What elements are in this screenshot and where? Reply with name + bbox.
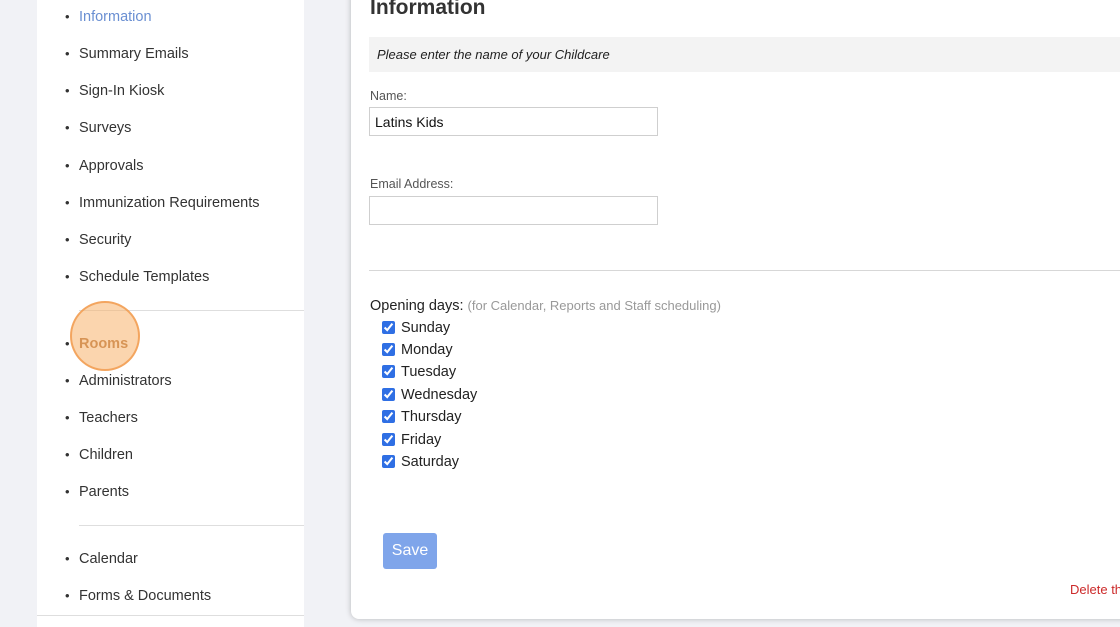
day-label[interactable]: Sunday [401, 320, 450, 336]
name-label: Name: [370, 89, 407, 103]
sidebar-item-label: Parents [79, 484, 129, 500]
day-label[interactable]: Tuesday [401, 364, 456, 380]
bullet-icon: • [65, 551, 70, 566]
sidebar-item-label: Information [79, 9, 152, 25]
sidebar-item-label: Administrators [79, 373, 172, 389]
bullet-icon: • [65, 410, 70, 425]
delete-childcare-link[interactable]: Delete th [1070, 582, 1120, 597]
sidebar-item-label: Rooms [79, 336, 129, 352]
sidebar-item-label: Children [79, 447, 133, 463]
sidebar-item-label: Surveys [79, 120, 132, 136]
page-title: Information [370, 0, 486, 19]
thursday-checkbox[interactable] [382, 410, 395, 423]
sidebar-bottom-divider [37, 615, 304, 616]
sidebar-item-label: Teachers [79, 410, 138, 426]
bullet-icon: • [65, 232, 70, 247]
bullet-icon: • [65, 484, 70, 499]
sidebar-item-label: Schedule Templates [79, 269, 210, 285]
opening-days-note: (for Calendar, Reports and Staff schedul… [467, 298, 721, 313]
sidebar-divider [79, 310, 304, 311]
day-label[interactable]: Thursday [401, 409, 461, 425]
day-label[interactable]: Monday [401, 342, 453, 358]
bullet-icon: • [65, 447, 70, 462]
bullet-icon: • [65, 46, 70, 61]
sunday-checkbox[interactable] [382, 321, 395, 334]
sidebar-item-label: Security [79, 232, 132, 248]
bullet-icon: • [65, 83, 70, 98]
sidebar-item-label: Summary Emails [79, 46, 189, 62]
sidebar-item-label: Sign-In Kiosk [79, 83, 165, 99]
bullet-icon: • [65, 373, 70, 388]
sidebar-item-label: Calendar [79, 551, 138, 567]
bullet-icon: • [65, 588, 70, 603]
instruction-banner: Please enter the name of your Childcare [369, 37, 1120, 72]
day-label[interactable]: Saturday [401, 454, 459, 470]
settings-sidebar: • Information • Summary Emails • Sign-In… [37, 0, 304, 627]
name-field[interactable] [369, 107, 658, 136]
bullet-icon: • [65, 269, 70, 284]
bullet-icon: • [65, 9, 70, 24]
bullet-icon: • [65, 158, 70, 173]
email-label: Email Address: [370, 177, 454, 191]
wednesday-checkbox[interactable] [382, 388, 395, 401]
bullet-icon: • [65, 195, 70, 210]
day-label[interactable]: Wednesday [401, 387, 477, 403]
opening-days-label: Opening days: [370, 298, 464, 314]
bullet-icon: • [65, 336, 70, 351]
sidebar-item-label: Immunization Requirements [79, 195, 260, 211]
section-divider [369, 270, 1120, 271]
instruction-text: Please enter the name of your Childcare [377, 47, 610, 62]
sidebar-item-label: Forms & Documents [79, 588, 212, 604]
day-label[interactable]: Friday [401, 432, 441, 448]
save-button[interactable]: Save [383, 533, 437, 569]
tuesday-checkbox[interactable] [382, 365, 395, 378]
opening-days-heading: Opening days: (for Calendar, Reports and… [370, 298, 721, 314]
sidebar-item-label: Approvals [79, 158, 144, 174]
monday-checkbox[interactable] [382, 343, 395, 356]
sidebar-divider [79, 525, 304, 526]
email-field[interactable] [369, 196, 658, 225]
friday-checkbox[interactable] [382, 433, 395, 446]
bullet-icon: • [65, 120, 70, 135]
saturday-checkbox[interactable] [382, 455, 395, 468]
